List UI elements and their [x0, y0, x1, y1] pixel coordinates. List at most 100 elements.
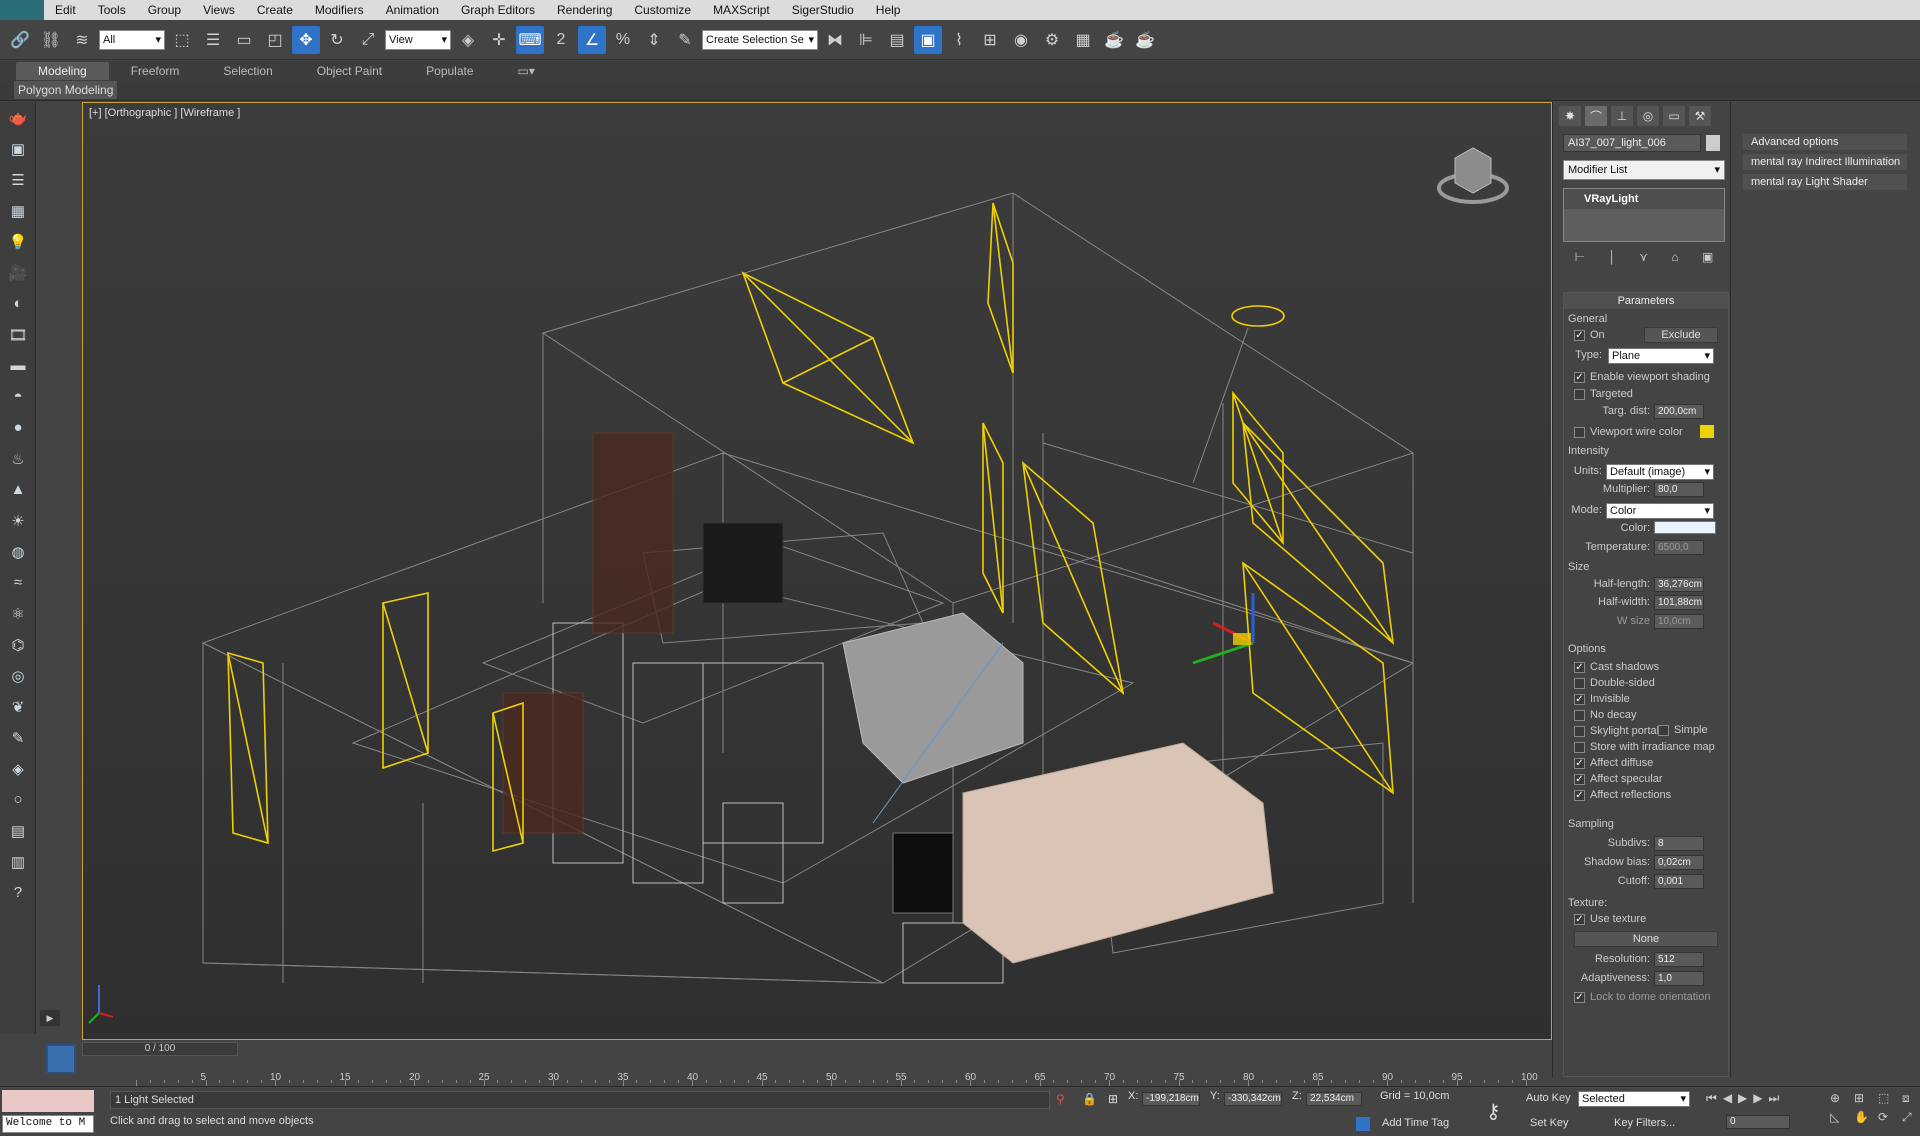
- previous-frame-icon[interactable]: ◀: [1723, 1091, 1732, 1106]
- exclude-button[interactable]: Exclude: [1644, 327, 1718, 343]
- option-affect-reflections-checkbox[interactable]: ✓ Affect reflections: [1574, 789, 1671, 801]
- triangle-icon[interactable]: ▲: [0, 474, 36, 505]
- current-frame-field[interactable]: 0: [1726, 1115, 1790, 1129]
- configure-sets-icon[interactable]: ▣: [1702, 250, 1713, 268]
- use-texture-checkbox[interactable]: ✓ Use texture: [1574, 913, 1646, 925]
- temperature-field[interactable]: 6500,0: [1654, 540, 1704, 555]
- lock-dome-checkbox[interactable]: ✓ Lock to dome orientation: [1574, 991, 1710, 1003]
- option-affect-diffuse-checkbox[interactable]: ✓ Affect diffuse: [1574, 757, 1653, 769]
- play-icon[interactable]: ▶: [40, 1010, 60, 1026]
- mirror-icon[interactable]: ⧓: [821, 26, 849, 54]
- option-double-sided-checkbox[interactable]: Double-sided: [1574, 677, 1655, 689]
- stack-item-vraylight[interactable]: VRayLight: [1564, 189, 1724, 209]
- polygon-modeling-button[interactable]: Polygon Modeling: [14, 81, 118, 99]
- show-end-result-icon[interactable]: │: [1608, 250, 1616, 268]
- mode-dropdown[interactable]: Color: [1606, 503, 1714, 519]
- option-store-with-irradiance-map-checkbox[interactable]: Store with irradiance map: [1574, 741, 1715, 753]
- edit-named-selection-icon[interactable]: ✎: [671, 26, 699, 54]
- option-affect-specular-checkbox[interactable]: ✓ Affect specular: [1574, 773, 1663, 785]
- auto-key-button[interactable]: Auto Key: [1526, 1092, 1571, 1104]
- window-crossing-icon[interactable]: ◰: [261, 26, 289, 54]
- zoom-extents-all-icon[interactable]: ⧈: [1902, 1091, 1920, 1106]
- viewport-label[interactable]: [+] [Orthographic ] [Wireframe ]: [89, 107, 240, 119]
- pan-icon[interactable]: ✋: [1854, 1110, 1874, 1125]
- multiplier-field[interactable]: 80,0: [1654, 482, 1704, 497]
- texture-map-button[interactable]: None: [1574, 931, 1718, 947]
- frame-icon[interactable]: ▣: [0, 133, 36, 164]
- option-invisible-checkbox[interactable]: ✓ Invisible: [1574, 693, 1630, 705]
- select-by-name-icon[interactable]: ☰: [199, 26, 227, 54]
- time-tag-icon[interactable]: [1356, 1117, 1370, 1131]
- menu-animation[interactable]: Animation: [375, 3, 450, 17]
- select-manipulate-icon[interactable]: ✛: [485, 26, 513, 54]
- material-editor-icon[interactable]: ◉: [1007, 26, 1035, 54]
- wire-color-swatch[interactable]: [1700, 425, 1714, 438]
- table-icon[interactable]: ▦: [0, 195, 36, 226]
- app-logo-icon[interactable]: [0, 0, 44, 20]
- globe-icon[interactable]: ◎: [0, 660, 36, 691]
- menu-graph-editors[interactable]: Graph Editors: [450, 3, 546, 17]
- rotate-icon[interactable]: ↻: [323, 26, 351, 54]
- menu-customize[interactable]: Customize: [623, 3, 702, 17]
- plane-icon[interactable]: ▬: [0, 350, 36, 381]
- mini-curve-editor-icon[interactable]: [46, 1044, 76, 1074]
- graphite-toggle-icon[interactable]: ▣: [914, 25, 942, 54]
- half-width-field[interactable]: 101,88cm: [1654, 595, 1704, 610]
- tab-modeling[interactable]: Modeling: [16, 62, 109, 80]
- hierarchy-tab-icon[interactable]: ⊥: [1611, 106, 1633, 126]
- ball-icon[interactable]: ○: [0, 784, 36, 815]
- unlink-icon[interactable]: ⛓: [37, 26, 65, 54]
- light-color-swatch[interactable]: [1654, 521, 1716, 534]
- align-icon[interactable]: ⊫: [852, 26, 880, 54]
- cone-icon[interactable]: ◐: [0, 288, 36, 319]
- option-no-decay-checkbox[interactable]: No decay: [1574, 709, 1636, 721]
- field-of-view-icon[interactable]: ◺: [1830, 1110, 1850, 1125]
- go-to-start-icon[interactable]: ⏮: [1706, 1091, 1717, 1106]
- maxscript-mini-listener[interactable]: Welcome to M: [2, 1115, 94, 1133]
- menu-sigerstudio[interactable]: SigerStudio: [781, 3, 865, 17]
- select-object-icon[interactable]: ⬚: [168, 26, 196, 54]
- schematic-view-icon[interactable]: ⊞: [976, 26, 1004, 54]
- render-setup-icon[interactable]: ⚙: [1038, 26, 1066, 54]
- wave-icon[interactable]: ≈: [0, 567, 36, 598]
- selection-filter-dropdown[interactable]: All ▾: [99, 29, 165, 50]
- snap-toggle-icon[interactable]: 2: [547, 26, 575, 54]
- w-size-field[interactable]: 10,0cm: [1654, 614, 1704, 629]
- menu-maxscript[interactable]: MAXScript: [702, 3, 781, 17]
- menu-modifiers[interactable]: Modifiers: [304, 3, 375, 17]
- maximize-viewport-icon[interactable]: ⤢: [1902, 1110, 1920, 1125]
- camera-icon[interactable]: 🎥: [0, 257, 36, 288]
- resolution-field[interactable]: 512: [1654, 952, 1704, 967]
- lock-selection-icon[interactable]: 🔒: [1082, 1092, 1097, 1106]
- on-checkbox[interactable]: ✓ On: [1574, 329, 1605, 341]
- menu-views[interactable]: Views: [192, 3, 246, 17]
- tab-freeform[interactable]: Freeform: [109, 62, 202, 80]
- dome-icon[interactable]: ◓: [0, 381, 36, 412]
- layer-manager-icon[interactable]: ▤: [883, 26, 911, 54]
- utilities-tab-icon[interactable]: ⚒: [1689, 106, 1711, 126]
- mr-indirect-illumination-rollout[interactable]: mental ray Indirect Illumination: [1743, 154, 1907, 170]
- half-length-field[interactable]: 36,276cm: [1654, 577, 1704, 592]
- zoom-extents-icon[interactable]: ⬚: [1878, 1091, 1898, 1106]
- tab-selection[interactable]: Selection: [201, 62, 294, 80]
- advanced-options-rollout[interactable]: Advanced options: [1743, 134, 1907, 150]
- z-coord-field[interactable]: 22,534cm: [1306, 1092, 1362, 1106]
- play-animation-icon[interactable]: ▶: [1738, 1091, 1747, 1106]
- ribbon-options-icon[interactable]: ▭▾: [496, 62, 557, 80]
- network-icon[interactable]: ⌬: [0, 629, 36, 660]
- simple-checkbox[interactable]: Simple: [1658, 724, 1708, 736]
- script-icon[interactable]: ▥: [0, 846, 36, 877]
- sun-icon[interactable]: ☀: [0, 505, 36, 536]
- x-coord-field[interactable]: -199,218cm: [1142, 1092, 1200, 1106]
- plant-icon[interactable]: ❦: [0, 691, 36, 722]
- link-icon[interactable]: 🔗: [6, 26, 34, 54]
- menu-group[interactable]: Group: [137, 3, 192, 17]
- zoom-icon[interactable]: ⊕: [1830, 1091, 1850, 1106]
- adaptiveness-field[interactable]: 1,0: [1654, 971, 1704, 986]
- film-icon[interactable]: 🎞: [0, 319, 36, 350]
- percent-snap-icon[interactable]: %: [609, 26, 637, 54]
- sphere-gold-icon[interactable]: ◍: [0, 536, 36, 567]
- object-color-swatch[interactable]: [1706, 135, 1720, 151]
- light-bulb-icon[interactable]: 💡: [0, 226, 36, 257]
- bind-space-warp-icon[interactable]: ≋: [68, 26, 96, 54]
